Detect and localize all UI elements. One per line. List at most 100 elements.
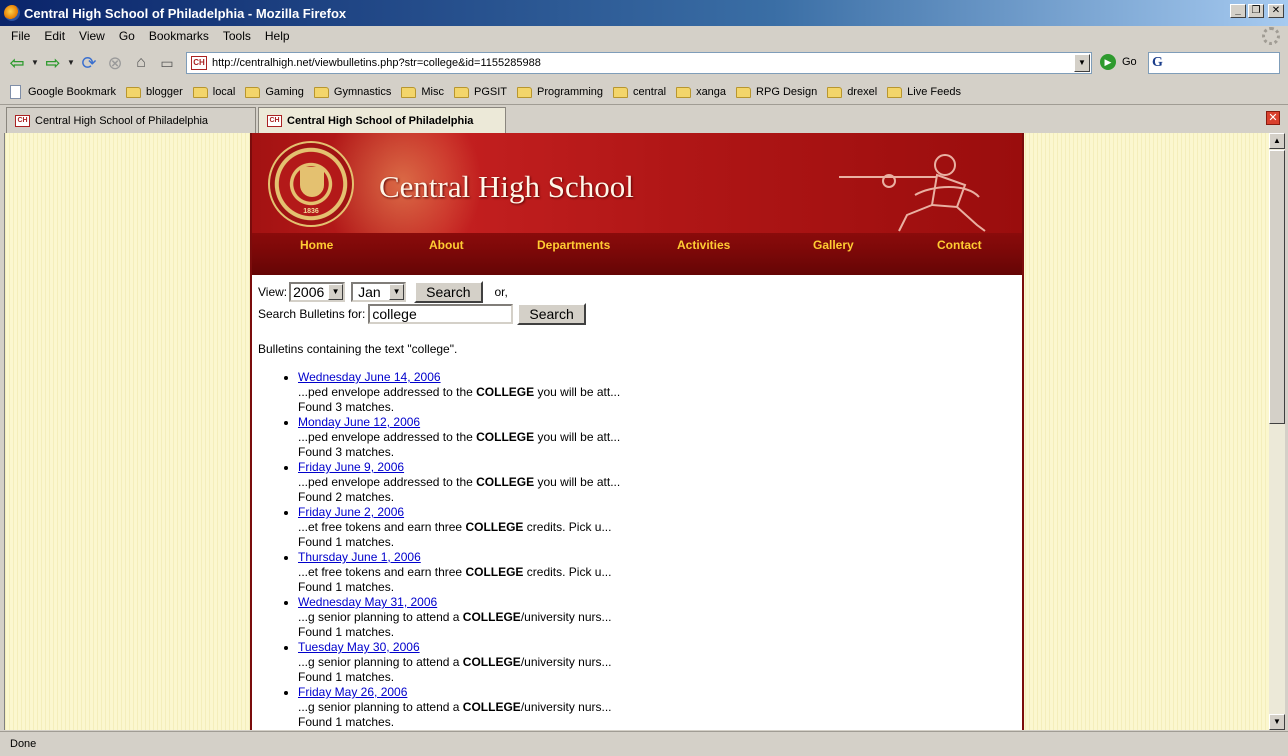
google-search-engine-icon[interactable]: G <box>1152 55 1170 71</box>
bulletin-date-link[interactable]: Wednesday May 31, 2006 <box>298 595 437 609</box>
scroll-thumb[interactable] <box>1269 150 1285 424</box>
menu-help[interactable]: Help <box>258 29 297 43</box>
folder-icon <box>245 86 261 98</box>
tab-2[interactable]: CH Central High School of Philadelphia <box>258 107 506 133</box>
folder-icon <box>517 86 532 98</box>
menu-view[interactable]: View <box>72 29 112 43</box>
tab-1[interactable]: CH Central High School of Philadelphia <box>6 107 256 133</box>
bookmark-item[interactable]: drexel <box>827 86 877 98</box>
bookmark-item[interactable]: Live Feeds <box>887 86 961 98</box>
year-select[interactable]: 2006 ▼ <box>289 282 346 302</box>
forward-arrow-icon[interactable]: ⇨ <box>40 51 66 75</box>
bulletin-date-link[interactable]: Friday May 26, 2006 <box>298 685 407 699</box>
nav-activities-link[interactable]: Activities <box>677 238 730 252</box>
bulletin-date-link[interactable]: Friday June 9, 2006 <box>298 460 404 474</box>
bookmark-item[interactable]: Google Bookmark <box>10 85 116 99</box>
bookmark-item[interactable]: xanga <box>676 86 726 98</box>
search-bulletins-label: Search Bulletins for: <box>258 307 366 321</box>
nav-gallery-link[interactable]: Gallery <box>813 238 854 252</box>
snippet-post: you will be att... <box>534 475 621 489</box>
text-search-button[interactable]: Search <box>517 303 586 325</box>
chevron-down-icon: ▼ <box>389 284 405 300</box>
bulletins-content: View: 2006 ▼ Jan ▼ Search or, Search Bul… <box>258 281 1018 730</box>
bookmark-label: Gymnastics <box>333 86 392 98</box>
snippet-pre: ...g senior planning to attend a <box>298 700 463 714</box>
bookmark-item[interactable]: Gymnastics <box>313 86 392 98</box>
bookmark-item[interactable]: Programming <box>517 86 603 98</box>
vertical-scrollbar[interactable]: ▲ ▼ <box>1269 133 1285 730</box>
window-title: Central High School of Philadelphia - Mo… <box>24 5 347 21</box>
minimize-button[interactable]: _ <box>1230 4 1246 18</box>
bookmark-item[interactable]: blogger <box>126 86 183 98</box>
home-icon[interactable]: ⌂ <box>128 51 154 75</box>
match-count: Found 1 matches. <box>298 580 395 594</box>
snippet-keyword: COLLEGE <box>462 655 521 669</box>
bookmark-item[interactable]: Gaming <box>245 86 304 98</box>
new-window-icon[interactable]: ▭ <box>154 51 180 75</box>
forward-history-dropdown-icon[interactable]: ▼ <box>66 51 76 75</box>
match-count: Found 1 matches. <box>298 715 395 729</box>
bulletin-date-link[interactable]: Monday June 12, 2006 <box>298 415 420 429</box>
nav-about-link[interactable]: About <box>429 238 464 252</box>
stop-icon[interactable]: ⊗ <box>102 51 128 75</box>
menu-tools[interactable]: Tools <box>216 29 258 43</box>
site-title: Central High School <box>379 169 634 204</box>
go-button[interactable]: ▶ Go <box>1100 54 1137 70</box>
menu-edit[interactable]: Edit <box>37 29 72 43</box>
bookmarks-toolbar: Google Bookmark blogger local Gaming Gymnast… <box>0 80 1288 104</box>
seal-year: 1836 <box>303 208 319 215</box>
address-bar[interactable]: CH ▼ <box>186 52 1092 74</box>
bookmark-item[interactable]: PGSIT <box>453 86 507 98</box>
status-text: Done <box>10 738 37 750</box>
menu-file[interactable]: File <box>4 29 37 43</box>
maximize-button[interactable]: ❐ <box>1248 4 1264 18</box>
menu-bookmarks[interactable]: Bookmarks <box>142 29 216 43</box>
result-item: Wednesday May 31, 2006...g senior planni… <box>298 595 1018 640</box>
snippet-pre: ...et free tokens and earn three <box>298 565 466 579</box>
nav-departments-link[interactable]: Departments <box>537 238 610 252</box>
bookmark-item[interactable]: central <box>613 86 666 98</box>
snippet-pre: ...g senior planning to attend a <box>298 655 463 669</box>
tab-label: Central High School of Philadelphia <box>35 114 209 127</box>
result-item: Wednesday June 14, 2006...ped envelope a… <box>298 370 1018 415</box>
scroll-up-icon[interactable]: ▲ <box>1269 133 1285 149</box>
url-history-dropdown-icon[interactable]: ▼ <box>1074 54 1090 72</box>
snippet-keyword: COLLEGE <box>476 385 535 399</box>
web-search-input[interactable] <box>1170 56 1270 70</box>
result-item: Tuesday May 30, 2006...g senior planning… <box>298 640 1018 685</box>
go-label: Go <box>1122 56 1137 68</box>
web-search-box[interactable]: G <box>1148 52 1280 74</box>
close-tab-icon[interactable]: ✕ <box>1266 111 1280 125</box>
throbber-icon <box>1262 27 1280 45</box>
snippet-keyword: COLLEGE <box>465 520 524 534</box>
folder-icon <box>827 86 843 98</box>
back-arrow-icon[interactable]: ⇦ <box>4 51 30 75</box>
view-search-button[interactable]: Search <box>414 281 483 303</box>
bulletin-date-link[interactable]: Friday June 2, 2006 <box>298 505 404 519</box>
bookmark-item[interactable]: Misc <box>401 86 444 98</box>
folder-icon <box>613 86 629 98</box>
reload-icon[interactable]: ⟳ <box>76 51 102 75</box>
url-input[interactable] <box>212 54 1072 72</box>
match-count: Found 1 matches. <box>298 535 395 549</box>
nav-contact-link[interactable]: Contact <box>937 238 982 252</box>
bulletin-date-link[interactable]: Thursday June 1, 2006 <box>298 550 421 564</box>
scroll-down-icon[interactable]: ▼ <box>1269 714 1285 730</box>
go-arrow-icon: ▶ <box>1100 54 1116 70</box>
bookmark-item[interactable]: RPG Design <box>736 86 817 98</box>
bookmark-label: RPG Design <box>756 86 818 98</box>
nav-home-link[interactable]: Home <box>300 238 333 252</box>
bulletin-date-link[interactable]: Wednesday June 14, 2006 <box>298 370 441 384</box>
bookmark-label: xanga <box>696 86 727 98</box>
snippet-keyword: COLLEGE <box>462 610 521 624</box>
back-history-dropdown-icon[interactable]: ▼ <box>30 51 40 75</box>
bulletin-search-input[interactable]: college <box>368 304 514 324</box>
tab-bar: CH Central High School of Philadelphia C… <box>0 104 1288 133</box>
bookmark-item[interactable]: local <box>192 86 235 98</box>
match-count: Found 3 matches. <box>298 445 395 459</box>
month-select[interactable]: Jan ▼ <box>351 282 407 302</box>
close-window-button[interactable]: ✕ <box>1268 4 1284 18</box>
menu-go[interactable]: Go <box>112 29 142 43</box>
or-label: or, <box>494 285 508 299</box>
bulletin-date-link[interactable]: Tuesday May 30, 2006 <box>298 640 420 654</box>
